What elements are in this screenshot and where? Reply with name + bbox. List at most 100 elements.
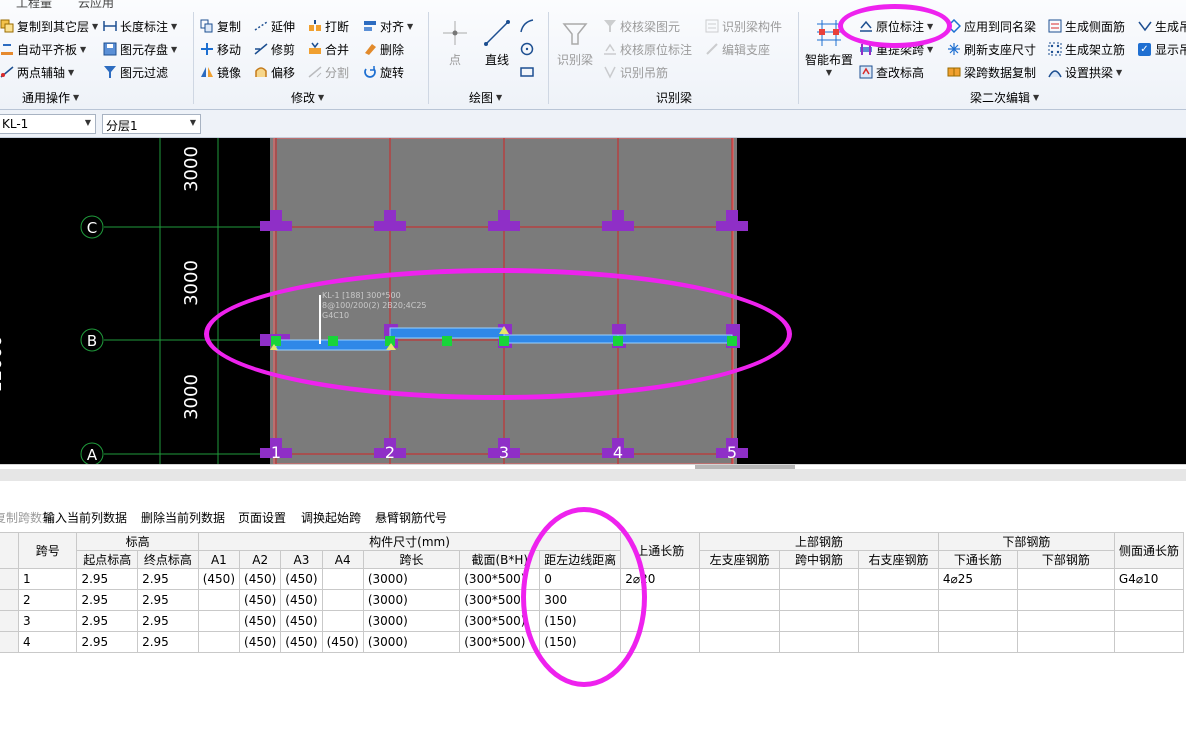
cell-right[interactable]	[857, 610, 939, 632]
mirror-button[interactable]: 镜像	[200, 62, 241, 82]
length-mark-button[interactable]: 长度标注 ▼	[103, 16, 177, 36]
refresh-support-button[interactable]: 刷新支座尺寸	[947, 39, 1036, 59]
cell-length[interactable]: (3000)	[362, 631, 461, 653]
circle-button[interactable]	[520, 39, 537, 59]
menu-tab-cloud[interactable]: 云应用	[78, 0, 114, 9]
rectangle-button[interactable]	[520, 62, 537, 82]
cell-start[interactable]: 2.95	[76, 610, 139, 632]
point-button[interactable]: 点	[440, 18, 470, 68]
cell-span[interactable]: 4	[17, 631, 78, 653]
cell-edge[interactable]: (150)	[539, 610, 622, 632]
cell-bottom[interactable]	[1016, 568, 1115, 590]
row-header-cell[interactable]	[0, 631, 19, 653]
cell-a2[interactable]: (450)	[239, 589, 282, 611]
cell-a1[interactable]	[197, 610, 241, 632]
edit-support-button[interactable]: 编辑支座	[705, 39, 770, 59]
identify-beam-button[interactable]: 识别梁	[556, 18, 594, 68]
merge-button[interactable]: 合并	[308, 39, 349, 59]
cell-mid[interactable]	[779, 631, 859, 653]
grip-node[interactable]	[271, 336, 281, 346]
cell-right[interactable]	[857, 589, 939, 611]
cell-mid[interactable]	[779, 610, 859, 632]
grip-node[interactable]	[328, 336, 338, 346]
table-row[interactable]: 2 2.95 2.95 (450) (450) (3000) (300*500) 300	[0, 589, 1185, 611]
cell-a4[interactable]	[321, 568, 364, 590]
cell-bottom[interactable]	[1016, 589, 1115, 611]
cell-mid[interactable]	[779, 568, 859, 590]
grip-node[interactable]	[613, 336, 623, 346]
cell-bottom[interactable]	[1016, 610, 1115, 632]
check-origin-mark-button[interactable]: 校核原位标注	[603, 39, 692, 59]
cell-bottom-through[interactable]	[937, 589, 1018, 611]
save-element-button[interactable]: 图元存盘 ▼	[103, 39, 177, 59]
cell-top[interactable]	[620, 589, 701, 611]
show-hanger-checkbox[interactable]: ✓ 显示吊	[1138, 39, 1186, 59]
gen-hanger-button[interactable]: 生成吊	[1138, 16, 1186, 36]
page-setup-link[interactable]: 页面设置	[238, 509, 286, 526]
break-button[interactable]: 打断	[308, 16, 349, 36]
swap-start-span-link[interactable]: 调换起始跨	[301, 509, 361, 526]
cell-top[interactable]	[620, 610, 701, 632]
cell-left[interactable]	[699, 589, 781, 611]
cell-a3[interactable]: (450)	[280, 568, 323, 590]
menu-tab-quantity[interactable]: 工程量	[16, 0, 52, 9]
cell-length[interactable]: (3000)	[362, 568, 461, 590]
copy-button[interactable]: 复制	[200, 16, 241, 36]
cell-a3[interactable]: (450)	[280, 610, 323, 632]
table-row[interactable]: 1 2.95 2.95 (450) (450) (450) (3000) (300*500) 0…	[0, 568, 1185, 590]
cell-start[interactable]: 2.95	[76, 568, 139, 590]
identify-beam-member-button[interactable]: 识别梁构件	[705, 16, 782, 36]
view-elevation-button[interactable]: 查改标高	[859, 62, 924, 82]
cell-section[interactable]: (300*500)	[459, 610, 541, 632]
cell-bottom[interactable]	[1016, 631, 1115, 653]
cell-end[interactable]: 2.95	[137, 568, 199, 590]
cell-a2[interactable]: (450)	[239, 631, 282, 653]
copy-to-floor-button[interactable]: 复制到其它层 ▼	[0, 16, 98, 36]
move-button[interactable]: 移动	[200, 39, 241, 59]
cell-end[interactable]: 2.95	[137, 610, 199, 632]
panel-splitter[interactable]	[0, 464, 1186, 506]
cell-a1[interactable]	[197, 589, 241, 611]
input-column-link[interactable]: 输入当前列数据	[43, 509, 127, 526]
grip-node[interactable]	[442, 336, 452, 346]
table-row[interactable]: 4 2.95 2.95 (450) (450) (450) (3000) (300*500)(…	[0, 631, 1185, 653]
cell-a1[interactable]	[197, 631, 241, 653]
cell-side[interactable]	[1113, 589, 1185, 611]
cell-a1[interactable]: (450)	[197, 568, 241, 590]
two-point-aux-button[interactable]: 两点辅轴 ▼	[0, 62, 74, 82]
cell-left[interactable]	[699, 568, 781, 590]
cell-bottom-through[interactable]	[937, 631, 1018, 653]
origin-mark-button[interactable]: 原位标注 ▼	[859, 16, 933, 36]
cell-a4[interactable]	[321, 610, 364, 632]
split-button[interactable]: 分割	[308, 62, 349, 82]
cell-length[interactable]: (3000)	[362, 610, 461, 632]
cell-span[interactable]: 1	[17, 568, 78, 590]
table-row[interactable]: 3 2.95 2.95 (450) (450) (3000) (300*500) (150)	[0, 610, 1185, 632]
trim-button[interactable]: 修剪	[254, 39, 295, 59]
filter-element-button[interactable]: 图元过滤	[103, 62, 168, 82]
layer-select[interactable]: 分层1 ▼	[102, 114, 201, 134]
gen-stirrup-button[interactable]: 生成架立筋	[1048, 39, 1125, 59]
arc-button[interactable]	[520, 16, 537, 36]
cell-end[interactable]: 2.95	[137, 589, 199, 611]
cell-top[interactable]: 2⌀20	[620, 568, 701, 590]
cell-a4[interactable]	[321, 589, 364, 611]
apply-same-name-button[interactable]: 应用到同名梁	[946, 16, 1036, 36]
rotate-button[interactable]: 旋转	[363, 62, 404, 82]
cell-span[interactable]: 3	[17, 610, 78, 632]
cell-a3[interactable]: (450)	[280, 589, 323, 611]
cell-right[interactable]	[857, 631, 939, 653]
cell-edge[interactable]: 0	[539, 568, 622, 590]
cell-side[interactable]: G4⌀10	[1113, 568, 1185, 590]
cell-end[interactable]: 2.95	[137, 631, 199, 653]
row-header-cell[interactable]	[0, 610, 19, 632]
identify-hanger-button[interactable]: 识别吊筋	[603, 62, 668, 82]
auto-align-slab-button[interactable]: 自动平齐板 ▼	[0, 39, 86, 59]
cell-side[interactable]	[1113, 631, 1185, 653]
cell-edge[interactable]: 300	[539, 589, 622, 611]
cell-bottom-through[interactable]: 4⌀25	[937, 568, 1018, 590]
grip-node[interactable]	[727, 336, 737, 346]
copy-span-data-button[interactable]: 梁跨数据复制	[947, 62, 1036, 82]
smart-layout-button[interactable]: 智能布置 ▼	[803, 18, 855, 77]
delete-button[interactable]: 删除	[363, 39, 404, 59]
